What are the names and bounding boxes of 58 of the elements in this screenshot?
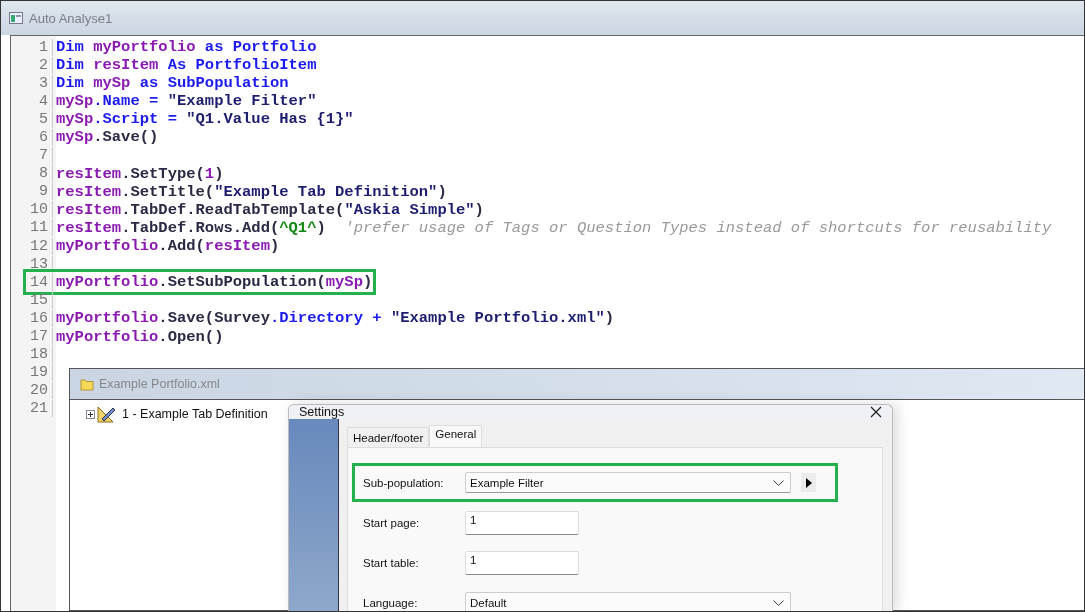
field-label: Start page:: [363, 516, 421, 529]
code-line: mySp.Name = "Example Filter": [55, 92, 317, 111]
code-line: myPortfolio.SetSubPopulation(mySp): [55, 273, 373, 292]
line-number: 15: [11, 291, 53, 309]
dropdown[interactable]: Example Filter: [465, 472, 791, 493]
code-line: resItem.TabDef.ReadTabTemplate("Askia Simple"): [55, 200, 484, 219]
line-number: 2: [11, 56, 53, 74]
line-number: 3: [11, 74, 53, 92]
chevron-down-icon: [773, 479, 784, 486]
line-number: 14: [27, 273, 53, 291]
line-number: 18: [11, 346, 53, 364]
line-number: 4: [11, 92, 53, 110]
triangle-icon: [805, 477, 812, 488]
input-field[interactable]: 1: [465, 510, 579, 535]
dropdown[interactable]: Default: [465, 592, 791, 611]
arrow-button[interactable]: [801, 473, 816, 492]
line-number: 20: [11, 382, 53, 400]
close-icon[interactable]: [870, 406, 882, 418]
line-number: 21: [11, 400, 53, 418]
code-line: resItem.SetTitle("Example Tab Definition"): [55, 182, 447, 201]
line-number: 7: [11, 147, 53, 165]
code-line: myPortfolio.Save(Survey.Directory + "Example Portfolio.xml"): [55, 309, 615, 328]
code-line: mySp.Script = "Q1.Value Has {1}": [55, 110, 354, 129]
line-number: 5: [11, 110, 53, 128]
line-number: 1: [11, 38, 53, 56]
field-label: Language:: [363, 596, 419, 609]
code-line: Dim mySp as SubPopulation: [55, 74, 289, 93]
window-icon: [9, 12, 23, 24]
code-line: myPortfolio.Open(): [55, 327, 224, 346]
field-label: Sub-population:: [363, 476, 445, 489]
line-number: 9: [11, 183, 53, 201]
line-number: 10: [11, 201, 53, 219]
line-number: 16: [11, 309, 53, 327]
line-number: 17: [11, 328, 53, 345]
tab[interactable]: General: [429, 425, 483, 447]
code-line: myPortfolio.Add(resItem): [55, 237, 280, 256]
code-line: mySp.Save(): [55, 128, 159, 147]
chevron-down-icon: [773, 599, 784, 606]
code-line: Dim myPortfolio as Portfolio: [55, 38, 317, 56]
code-line: resItem.TabDef.Rows.Add(^Q1^) 'prefer usage of Tags or Question Types instead of shortcuts for reusability: [55, 218, 1052, 237]
folder-icon: [80, 377, 94, 391]
tab[interactable]: Header/footer: [347, 427, 430, 447]
line-number: 19: [11, 364, 53, 382]
dialog-title: Settings: [299, 405, 345, 419]
code-line: resItem.SetType(1): [55, 164, 224, 183]
window-title: Example Portfolio.xml: [99, 377, 220, 391]
line-number: 6: [11, 128, 53, 146]
field-label: Start table:: [363, 556, 420, 569]
line-number: 8: [11, 165, 53, 183]
expander-icon[interactable]: [86, 409, 95, 419]
input-field[interactable]: 1: [465, 550, 579, 575]
ruler-pencil-icon: [97, 404, 117, 424]
line-number: 11: [11, 219, 53, 237]
code-line: Dim resItem As PortfolioItem: [55, 56, 317, 75]
window-title: Auto Analyse1: [29, 10, 113, 26]
line-number: 12: [11, 237, 53, 255]
line-number: 13: [11, 255, 53, 273]
tree-item[interactable]: 1 - Example Tab Definition: [122, 407, 268, 421]
